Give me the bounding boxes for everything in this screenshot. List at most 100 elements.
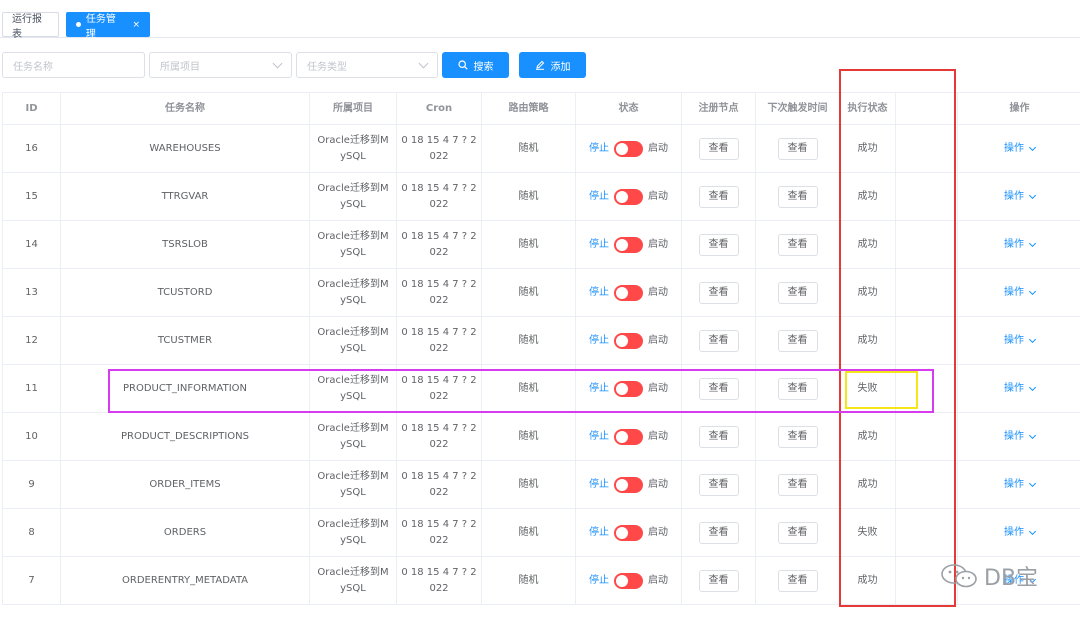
search-button[interactable]: 搜索 <box>442 52 509 78</box>
cron-line: 022 <box>429 582 449 594</box>
status-toggle[interactable] <box>614 140 643 157</box>
project-select[interactable]: 所属项目 <box>149 52 292 78</box>
stop-label[interactable]: 停止 <box>589 141 609 157</box>
operation-dropdown[interactable]: 操作 <box>1004 237 1037 253</box>
start-label[interactable]: 启动 <box>648 477 668 493</box>
stop-label[interactable]: 停止 <box>589 429 609 445</box>
operation-label: 操作 <box>1004 334 1024 346</box>
status-toggle[interactable] <box>614 572 643 589</box>
start-label[interactable]: 启动 <box>648 525 668 541</box>
start-label[interactable]: 启动 <box>648 429 668 445</box>
view-next-trigger-button[interactable]: 查看 <box>777 473 818 496</box>
chevron-down-icon <box>1028 191 1037 199</box>
header-operation[interactable]: 操作 <box>958 93 1080 124</box>
header-id[interactable]: ID <box>3 93 61 124</box>
view-registered-node-button[interactable]: 查看 <box>698 569 739 592</box>
cell-status: 停止 启动 <box>576 221 682 268</box>
task-name-input[interactable]: 任务名称 <box>2 52 145 78</box>
stop-label[interactable]: 停止 <box>589 333 609 349</box>
operation-dropdown[interactable]: 操作 <box>1004 429 1037 445</box>
status-toggle[interactable] <box>614 284 643 301</box>
status-toggle[interactable] <box>614 476 643 493</box>
cell-registered-node: 查看 <box>682 221 756 268</box>
start-label[interactable]: 启动 <box>648 237 668 253</box>
cell-next-trigger: 查看 <box>756 413 840 460</box>
cell-registered-node: 查看 <box>682 365 756 412</box>
view-next-trigger-button[interactable]: 查看 <box>777 377 818 400</box>
operation-dropdown[interactable]: 操作 <box>1004 477 1037 493</box>
tab-task-management[interactable]: 任务管理 × <box>66 12 150 40</box>
cell-project: Oracle迁移到M ySQL <box>310 413 397 460</box>
operation-dropdown[interactable]: 操作 <box>1004 189 1037 205</box>
stop-label[interactable]: 停止 <box>589 477 609 493</box>
view-next-trigger-button[interactable]: 查看 <box>777 425 818 448</box>
toggle-knob <box>616 430 628 443</box>
status-toggle[interactable] <box>614 380 643 397</box>
header-next-trigger[interactable]: 下次触发时间 <box>756 93 840 124</box>
header-status[interactable]: 状态 <box>576 93 682 124</box>
header-cron[interactable]: Cron <box>397 93 482 124</box>
cell-registered-node: 查看 <box>682 125 756 172</box>
header-exec-status[interactable]: 执行状态 <box>840 93 896 124</box>
cell-route: 随机 <box>482 221 576 268</box>
view-registered-node-button[interactable]: 查看 <box>698 377 739 400</box>
start-label[interactable]: 启动 <box>648 333 668 349</box>
tab-label: 运行报表 <box>12 13 42 40</box>
view-registered-node-button[interactable]: 查看 <box>698 425 739 448</box>
stop-label[interactable]: 停止 <box>589 285 609 301</box>
tab-run-report[interactable]: 运行报表 <box>2 12 59 40</box>
view-registered-node-button[interactable]: 查看 <box>698 329 739 352</box>
header-name[interactable]: 任务名称 <box>61 93 310 124</box>
view-next-trigger-button[interactable]: 查看 <box>777 521 818 544</box>
project-line: ySQL <box>340 582 366 594</box>
chevron-down-icon <box>272 58 283 68</box>
view-registered-node-button[interactable]: 查看 <box>698 233 739 256</box>
view-next-trigger-button[interactable]: 查看 <box>777 329 818 352</box>
status-toggle[interactable] <box>614 188 643 205</box>
cell-id: 8 <box>3 509 61 556</box>
view-next-trigger-button[interactable]: 查看 <box>777 233 818 256</box>
header-project[interactable]: 所属项目 <box>310 93 397 124</box>
operation-dropdown[interactable]: 操作 <box>1004 141 1037 157</box>
view-next-trigger-button[interactable]: 查看 <box>777 185 818 208</box>
header-registered-node[interactable]: 注册节点 <box>682 93 756 124</box>
view-registered-node-button[interactable]: 查看 <box>698 137 739 160</box>
operation-dropdown[interactable]: 操作 <box>1004 285 1037 301</box>
stop-label[interactable]: 停止 <box>589 525 609 541</box>
stop-label[interactable]: 停止 <box>589 381 609 397</box>
status-toggle[interactable] <box>614 236 643 253</box>
stop-label[interactable]: 停止 <box>589 237 609 253</box>
toggle-knob <box>616 478 628 491</box>
view-next-trigger-button[interactable]: 查看 <box>777 137 818 160</box>
start-label[interactable]: 启动 <box>648 285 668 301</box>
view-registered-node-button[interactable]: 查看 <box>698 473 739 496</box>
header-route[interactable]: 路由策略 <box>482 93 576 124</box>
view-registered-node-button[interactable]: 查看 <box>698 281 739 304</box>
stop-label[interactable]: 停止 <box>589 189 609 205</box>
view-next-trigger-button[interactable]: 查看 <box>777 569 818 592</box>
operation-label: 操作 <box>1004 526 1024 538</box>
view-registered-node-button[interactable]: 查看 <box>698 185 739 208</box>
add-button[interactable]: 添加 <box>519 52 586 78</box>
view-registered-node-button[interactable]: 查看 <box>698 521 739 544</box>
status-toggle[interactable] <box>614 332 643 349</box>
view-next-trigger-button[interactable]: 查看 <box>777 281 818 304</box>
cell-operation: 操作 <box>958 269 1080 316</box>
cell-status: 停止 启动 <box>576 413 682 460</box>
start-label[interactable]: 启动 <box>648 573 668 589</box>
status-toggle[interactable] <box>614 524 643 541</box>
search-label: 搜索 <box>473 61 494 73</box>
close-icon[interactable]: × <box>132 20 140 30</box>
start-label[interactable]: 启动 <box>648 381 668 397</box>
chevron-down-icon <box>1028 431 1037 439</box>
cell-cron: 0 18 15 4 7 ? 2 022 <box>397 173 482 220</box>
operation-dropdown[interactable]: 操作 <box>1004 381 1037 397</box>
operation-dropdown[interactable]: 操作 <box>1004 333 1037 349</box>
start-label[interactable]: 启动 <box>648 189 668 205</box>
stop-label[interactable]: 停止 <box>589 573 609 589</box>
task-type-select[interactable]: 任务类型 <box>296 52 438 78</box>
operation-dropdown[interactable]: 操作 <box>1004 525 1037 541</box>
tab-label: 任务管理 <box>85 13 116 40</box>
status-toggle[interactable] <box>614 428 643 445</box>
start-label[interactable]: 启动 <box>648 141 668 157</box>
